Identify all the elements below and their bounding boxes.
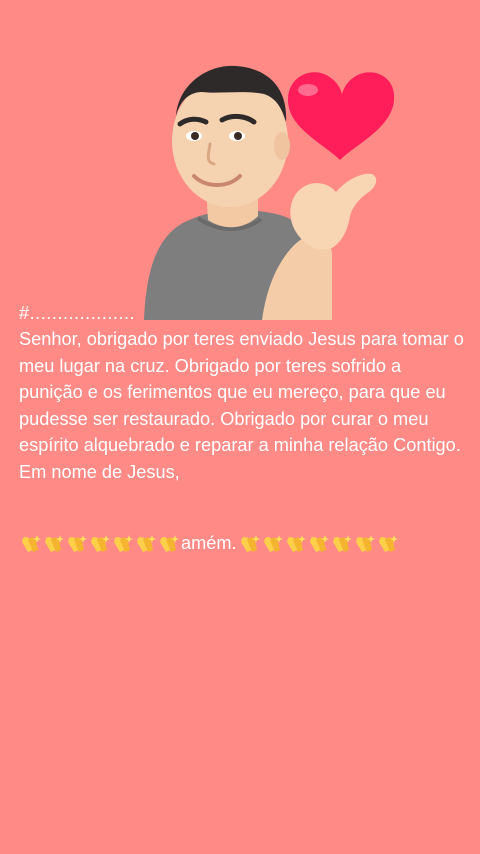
- right-emoji-row: [238, 532, 399, 554]
- amen-line: amém.: [19, 528, 399, 558]
- praying-hands-icon: [355, 535, 375, 552]
- praying-hands-icon: [309, 535, 329, 552]
- prayer-text-block: #................... Senhor, obrigado po…: [19, 300, 464, 485]
- praying-hands-icon: [45, 535, 64, 552]
- header-marker: #...................: [19, 303, 136, 323]
- left-emoji-row: [19, 532, 180, 554]
- praying-hands-icon: [114, 535, 133, 552]
- praying-hands-icon: [240, 535, 260, 552]
- praying-hands-icon: [332, 535, 352, 552]
- praying-hands-icon: [91, 535, 110, 552]
- praying-hands-icon: [137, 535, 156, 552]
- praying-hands-icon: [22, 535, 41, 552]
- praying-hands-icon: [286, 535, 306, 552]
- avatar-finger-heart-sticker: [144, 65, 395, 320]
- praying-hands-icon: [378, 535, 398, 552]
- story-screen: #................... Senhor, obrigado po…: [0, 0, 480, 854]
- praying-hands-icon: [263, 535, 283, 552]
- amen-text: amém.: [181, 532, 237, 553]
- prayer-body-text: Senhor, obrigado por teres enviado Jesus…: [19, 329, 464, 482]
- finger-heart-hand: [290, 173, 377, 250]
- praying-hands-icon: [68, 535, 87, 552]
- praying-hands-icon: [160, 535, 179, 552]
